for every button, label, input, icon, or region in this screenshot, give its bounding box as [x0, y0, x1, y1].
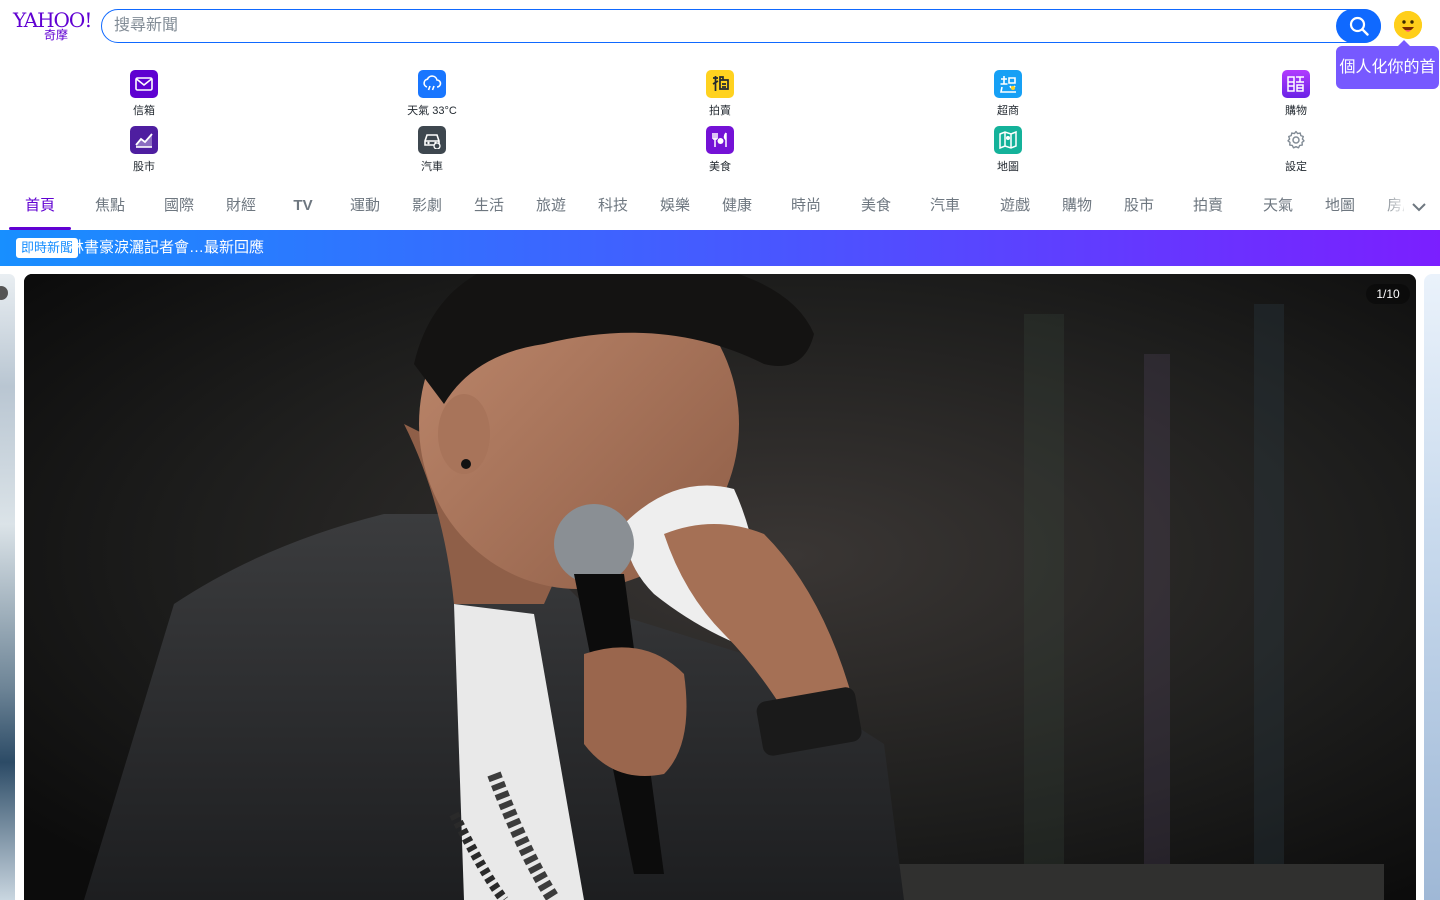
logo-wordmark: YAHOO!: [13, 8, 92, 32]
shortcut-label: 信箱: [133, 105, 155, 117]
category-nav: 首頁 焦點 國際 財經 TV 運動 影劇 生活 旅遊 科技 娛樂 健康 時尚 美…: [0, 186, 1440, 230]
tab-tv[interactable]: TV: [288, 186, 318, 230]
carousel-prev-slide[interactable]: [0, 274, 15, 900]
search-icon: [1349, 16, 1369, 36]
shortcut-label: 購物: [1285, 105, 1307, 117]
carousel-next-slide[interactable]: [1424, 274, 1440, 900]
settings-icon: [1282, 126, 1310, 154]
tab-12[interactable]: 時尚: [784, 186, 828, 230]
car-icon: [418, 126, 446, 154]
personalize-tooltip[interactable]: 個人化你的首頁: [1336, 40, 1439, 119]
shortcut-label: 天氣 33°C: [407, 105, 457, 117]
shortcut-car[interactable]: 汽車: [382, 126, 482, 178]
shopping-icon: [1282, 70, 1310, 98]
stock-chart-icon: [130, 126, 158, 154]
tab-10[interactable]: 娛樂: [660, 186, 690, 230]
tab-14[interactable]: 汽車: [923, 186, 967, 230]
chevron-down-icon: [1412, 203, 1426, 212]
nav-more-button[interactable]: [1404, 196, 1434, 218]
shortcut-mail[interactable]: 信箱: [94, 70, 194, 122]
tab-15[interactable]: 遊戲: [1000, 186, 1030, 230]
search-input[interactable]: [112, 10, 1322, 42]
tab-5[interactable]: 運動: [350, 186, 380, 230]
tab-1[interactable]: 焦點: [89, 186, 131, 230]
search-button[interactable]: [1336, 9, 1381, 43]
tab-8[interactable]: 旅遊: [536, 186, 566, 230]
tab-6[interactable]: 影劇: [412, 186, 442, 230]
food-icon: [706, 126, 734, 154]
tab-9[interactable]: 科技: [598, 186, 628, 230]
shortcut-label: 汽車: [421, 161, 443, 173]
breaking-headline[interactable]: 林書豪淚灑記者會…最新回應: [69, 230, 264, 266]
shortcut-label: 拍賣: [709, 105, 731, 117]
shortcut-stock[interactable]: 股市: [94, 126, 194, 178]
shortcut-weather[interactable]: 天氣 33°C: [382, 70, 482, 122]
tab-home[interactable]: 首頁: [9, 186, 71, 230]
hero-photo: [24, 274, 1416, 900]
breaking-news-banner[interactable]: 即時新聞 林書豪淚灑記者會…最新回應: [0, 230, 1440, 266]
tab-20[interactable]: 地圖: [1325, 186, 1355, 230]
shortcut-supermarket[interactable]: 超商: [958, 70, 1058, 122]
logo-subtitle: 奇摩: [44, 28, 69, 42]
cloud-rain-icon: [418, 70, 446, 98]
shortcut-label: 設定: [1285, 161, 1307, 173]
supermarket-icon: [994, 70, 1022, 98]
tab-17[interactable]: 股市: [1124, 186, 1154, 230]
avatar[interactable]: [1394, 11, 1422, 39]
smiley-icon: [1394, 11, 1422, 39]
shortcut-label: 超商: [997, 105, 1019, 117]
tab-3[interactable]: 財經: [226, 186, 256, 230]
header: YAHOO! 奇摩: [0, 0, 1440, 56]
shortcut-auction[interactable]: 拍賣: [670, 70, 770, 122]
search-bar: [101, 9, 1381, 43]
yahoo-logo[interactable]: YAHOO! 奇摩: [13, 8, 92, 44]
carousel-counter: 1/10: [1366, 284, 1410, 304]
shortcut-label: 美食: [709, 161, 731, 173]
shortcut-label: 地圖: [997, 161, 1019, 173]
tab-19[interactable]: 天氣: [1263, 186, 1293, 230]
shortcut-shopping[interactable]: 購物: [1246, 70, 1346, 122]
auction-icon: [706, 70, 734, 98]
tab-7[interactable]: 生活: [474, 186, 504, 230]
tab-13[interactable]: 美食: [861, 186, 891, 230]
tab-11[interactable]: 健康: [722, 186, 752, 230]
mail-icon: [130, 70, 158, 98]
tab-18[interactable]: 拍賣: [1186, 186, 1230, 230]
map-icon: [994, 126, 1022, 154]
shortcut-settings[interactable]: 設定: [1246, 126, 1346, 178]
tab-16[interactable]: 購物: [1062, 186, 1092, 230]
shortcut-label: 股市: [133, 161, 155, 173]
hero-image[interactable]: [24, 274, 1416, 900]
tab-2[interactable]: 國際: [164, 186, 194, 230]
shortcut-food[interactable]: 美食: [670, 126, 770, 178]
shortcut-map[interactable]: 地圖: [958, 126, 1058, 178]
